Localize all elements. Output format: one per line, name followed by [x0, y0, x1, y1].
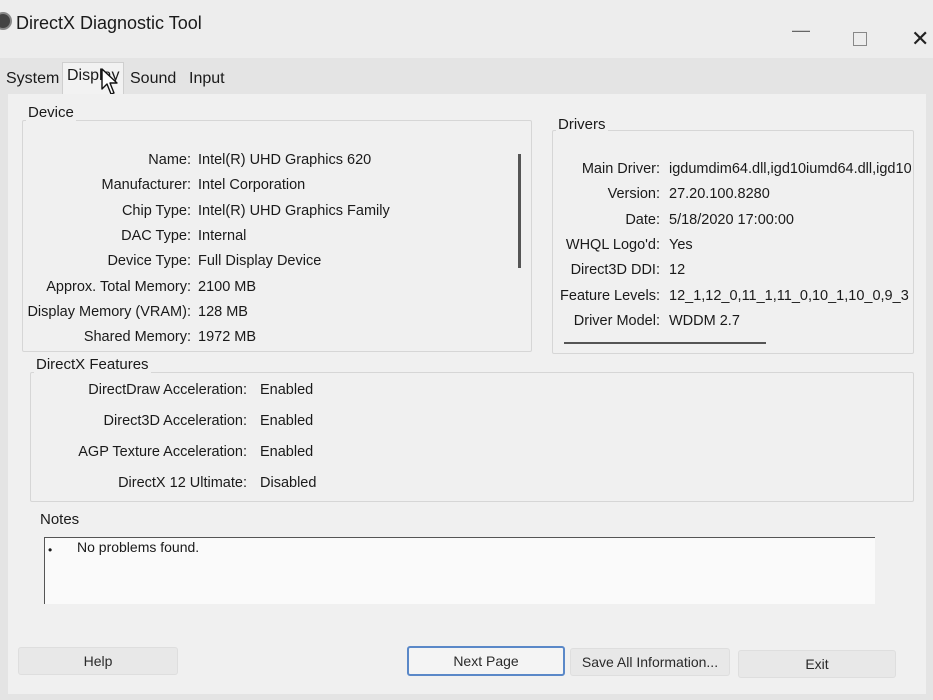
drivers-row-value: 27.20.100.8280 [669, 186, 770, 203]
bullet-icon: • [48, 543, 53, 557]
drivers-row-label: WHQL Logo'd: [565, 236, 660, 253]
device-row-value: Full Display Device [198, 253, 322, 270]
device-row-label: Device Type: [107, 253, 191, 270]
features-row-label: AGP Texture Acceleration: [78, 444, 247, 460]
drivers-row-value: 5/18/2020 17:00:00 [669, 211, 794, 228]
note-item: No problems found. [77, 539, 200, 555]
tab-system[interactable]: System [2, 66, 63, 92]
device-row-label: Approx. Total Memory: [46, 278, 191, 295]
features-group-title: DirectX Features [34, 356, 151, 373]
device-row-label: DAC Type: [121, 227, 191, 244]
device-row-label: Manufacturer: [101, 177, 191, 194]
device-row-value: 1972 MB [198, 329, 257, 346]
features-row-value: Enabled [260, 382, 314, 398]
drivers-row-value: igdumdim64.dll,igd10iumd64.dll,igd10iu [669, 161, 911, 177]
features-row-value: Disabled [260, 475, 317, 491]
device-row-value: Intel(R) UHD Graphics Family [198, 202, 390, 219]
drivers-row-label: Version: [607, 186, 660, 203]
vertical-divider [518, 154, 521, 268]
drivers-row-label: Date: [625, 211, 660, 228]
device-row-value: Intel Corporation [198, 177, 306, 194]
drivers-group-title: Drivers [556, 116, 608, 133]
device-row-label: Shared Memory: [83, 329, 191, 346]
features-row-label: DirectX 12 Ultimate: [118, 475, 247, 491]
title-bar: DirectX Diagnostic Tool — ✕ [0, 0, 933, 58]
next-page-button[interactable]: Next Page [407, 646, 565, 676]
tab-bar: System Display Sound Input [0, 62, 933, 94]
drivers-row-label: Feature Levels: [560, 287, 660, 304]
device-row-label: Display Memory (VRAM): [27, 303, 191, 320]
device-group-title: Device [26, 104, 76, 121]
drivers-row-value: 12 [669, 262, 686, 279]
tab-input[interactable]: Input [185, 66, 229, 92]
drivers-row-label: Driver Model: [573, 312, 660, 329]
minimize-icon[interactable]: — [792, 20, 810, 41]
help-button[interactable]: Help [18, 647, 178, 675]
drivers-row-label: Main Driver: [581, 161, 660, 177]
features-row-value: Enabled [260, 444, 314, 460]
save-all-information-button[interactable]: Save All Information... [570, 648, 730, 676]
device-row-value: 128 MB [198, 303, 248, 320]
device-row-label: Chip Type: [121, 202, 191, 219]
device-row-value: Internal [198, 227, 247, 244]
mouse-cursor-icon [101, 68, 118, 95]
notes-box[interactable]: • No problems found. [44, 537, 875, 604]
drivers-row-value: Yes [669, 236, 693, 253]
horizontal-divider [564, 342, 766, 344]
close-icon[interactable]: ✕ [911, 26, 929, 52]
tab-sound[interactable]: Sound [126, 66, 180, 92]
drivers-row-value: 12_1,12_0,11_1,11_0,10_1,10_0,9_3 [669, 287, 909, 304]
features-row-label: DirectDraw Acceleration: [88, 382, 247, 398]
device-row-value: 2100 MB [198, 278, 257, 295]
notes-title: Notes [40, 511, 80, 528]
features-row-label: Direct3D Acceleration: [103, 413, 247, 429]
device-row-label: Name: [148, 152, 191, 168]
device-row-value: Intel(R) UHD Graphics 620 [198, 152, 372, 168]
maximize-icon[interactable] [853, 32, 867, 46]
drivers-row-value: WDDM 2.7 [669, 312, 740, 329]
drivers-row-label: Direct3D DDI: [570, 262, 660, 279]
window-title: DirectX Diagnostic Tool [16, 13, 202, 33]
exit-button[interactable]: Exit [738, 650, 896, 678]
directx-app-icon [0, 12, 12, 30]
features-row-value: Enabled [260, 413, 314, 429]
